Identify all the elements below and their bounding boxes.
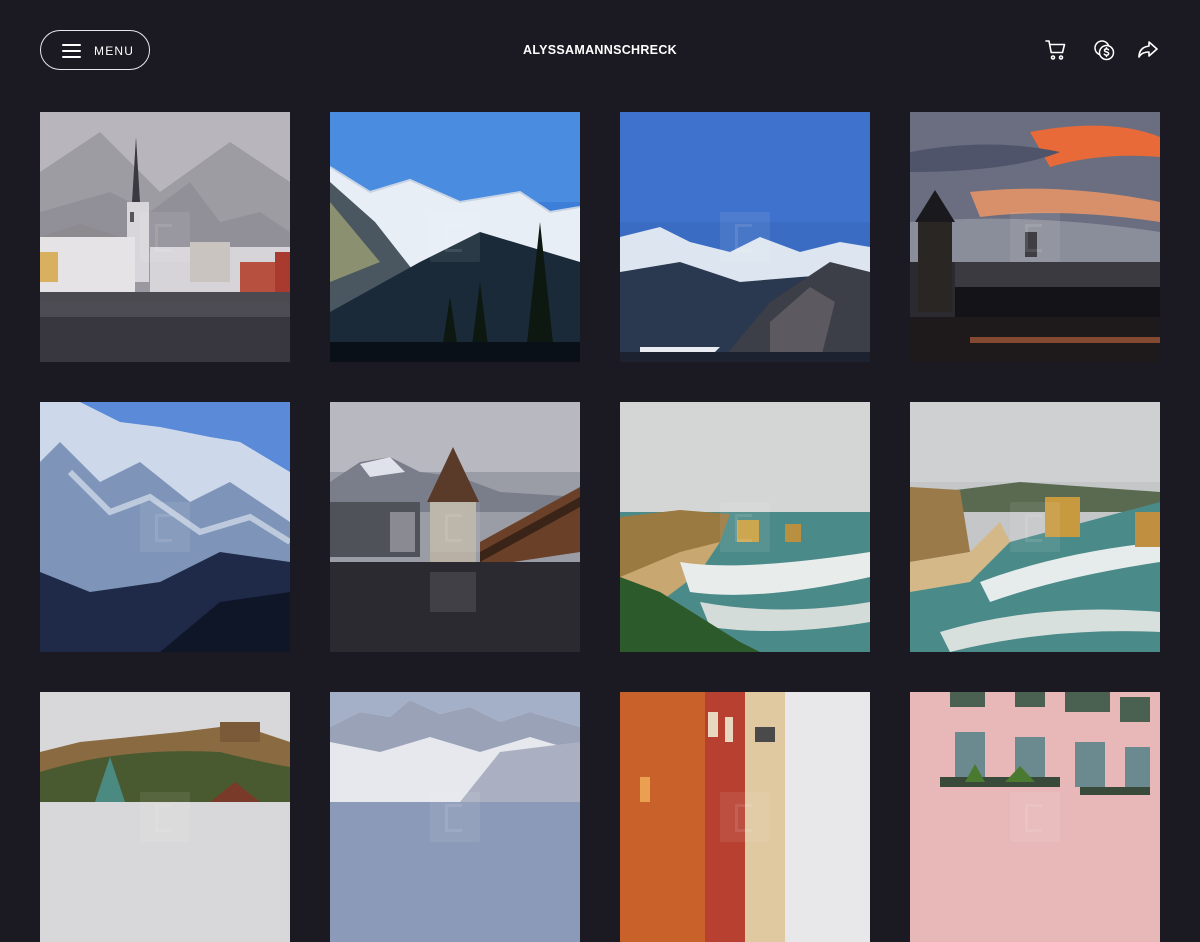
photo-tile-snowy-mountains[interactable] — [330, 112, 580, 362]
photo-tile-mountain-valley[interactable] — [620, 112, 870, 362]
watermark-icon — [140, 212, 190, 262]
photo-tile-colorful-street[interactable] — [620, 692, 870, 942]
watermark-icon — [720, 212, 770, 262]
watermark-icon — [430, 212, 480, 262]
site-title[interactable]: ALYSSAMANNSCHRECK — [0, 43, 1200, 58]
watermark-icon — [720, 502, 770, 552]
cart-icon[interactable] — [1044, 38, 1068, 62]
watermark-icon — [1010, 212, 1060, 262]
watermark-icon — [430, 502, 480, 552]
site-header: MENU ALYSSAMANNSCHRECK — [0, 0, 1200, 100]
photo-tile-coastal-rocks[interactable] — [620, 402, 870, 652]
photo-tile-snowy-peaks[interactable] — [330, 692, 580, 942]
photo-tile-coastal-cliffs[interactable] — [910, 402, 1160, 652]
photo-tile-sunset-tower[interactable] — [910, 112, 1160, 362]
photo-tile-snowy-face[interactable] — [40, 402, 290, 652]
watermark-icon — [1010, 502, 1060, 552]
watermark-icon — [140, 502, 190, 552]
photo-tile-hallstatt[interactable] — [40, 112, 290, 362]
photo-tile-pink-building[interactable] — [910, 692, 1160, 942]
share-icon[interactable] — [1136, 38, 1160, 62]
currency-icon[interactable] — [1092, 38, 1116, 62]
photo-tile-hill-fort[interactable] — [40, 692, 290, 942]
photo-tile-water-tower[interactable] — [330, 402, 580, 652]
